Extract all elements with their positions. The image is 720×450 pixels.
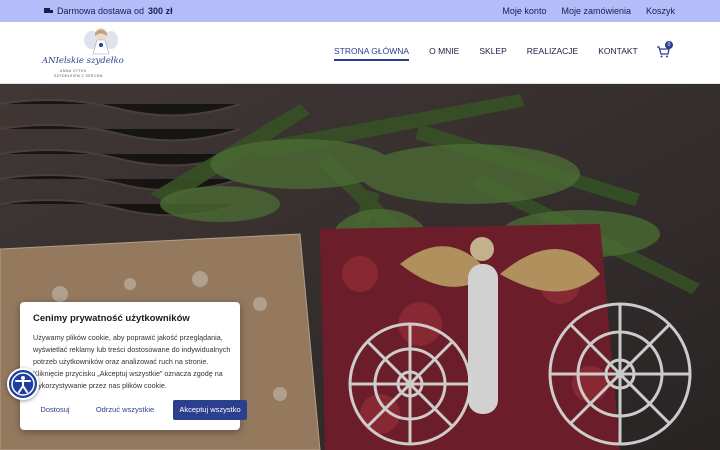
accessibility-button[interactable]: [7, 368, 39, 400]
reject-all-button[interactable]: Odrzuć wszystkie: [82, 400, 168, 420]
accept-all-button[interactable]: Akceptuj wszystko: [173, 400, 247, 420]
my-account-link[interactable]: Moje konto: [502, 6, 546, 16]
logo-name: ANIelskie szydełko: [42, 56, 124, 66]
cart-count-badge: 0: [665, 41, 673, 49]
shipping-notice: Darmowa dostawa od 300 zł: [44, 6, 173, 16]
cookie-consent-banner: Cenimy prywatność użytkowników Używamy p…: [20, 302, 247, 430]
top-links: Moje konto Moje zamówienia Koszyk: [502, 6, 675, 16]
customize-button[interactable]: Dostosuj: [33, 400, 77, 420]
cart-button[interactable]: 0: [656, 41, 676, 59]
cart-link[interactable]: Koszyk: [646, 6, 675, 16]
nav-item-home[interactable]: STRONA GŁÓWNA: [334, 46, 410, 61]
nav-item-projects[interactable]: REALIZACJE: [527, 46, 579, 61]
cookie-body: Używamy plików cookie, aby poprawić jako…: [33, 333, 231, 390]
main-nav: STRONA GŁÓWNA O MNIE SKLEP REALIZACJE KO…: [334, 46, 638, 61]
logo-tagline: ANNA ZYTEK: [60, 69, 87, 73]
nav-item-shop[interactable]: SKLEP: [479, 46, 506, 61]
angel-logo-icon: [84, 28, 118, 55]
top-bar: Darmowa dostawa od 300 zł Moje konto Moj…: [0, 0, 720, 22]
cookie-title: Cenimy prywatność użytkowników: [33, 313, 190, 324]
accessibility-icon: [11, 372, 35, 396]
logo-subtagline: SZYDEŁKIEM Z SERCEM: [54, 74, 103, 78]
truck-icon: [44, 8, 53, 14]
nav-item-about[interactable]: O MNIE: [429, 46, 459, 61]
site-logo[interactable]: ANIelskie szydełko ANNA ZYTEK SZYDEŁKIEM…: [40, 26, 124, 80]
site-header: ANIelskie szydełko ANNA ZYTEK SZYDEŁKIEM…: [0, 22, 720, 84]
my-orders-link[interactable]: Moje zamówienia: [561, 6, 631, 16]
shipping-text: Darmowa dostawa od: [57, 6, 145, 16]
shipping-amount: 300 zł: [148, 6, 173, 16]
nav-item-contact[interactable]: KONTAKT: [598, 46, 638, 61]
